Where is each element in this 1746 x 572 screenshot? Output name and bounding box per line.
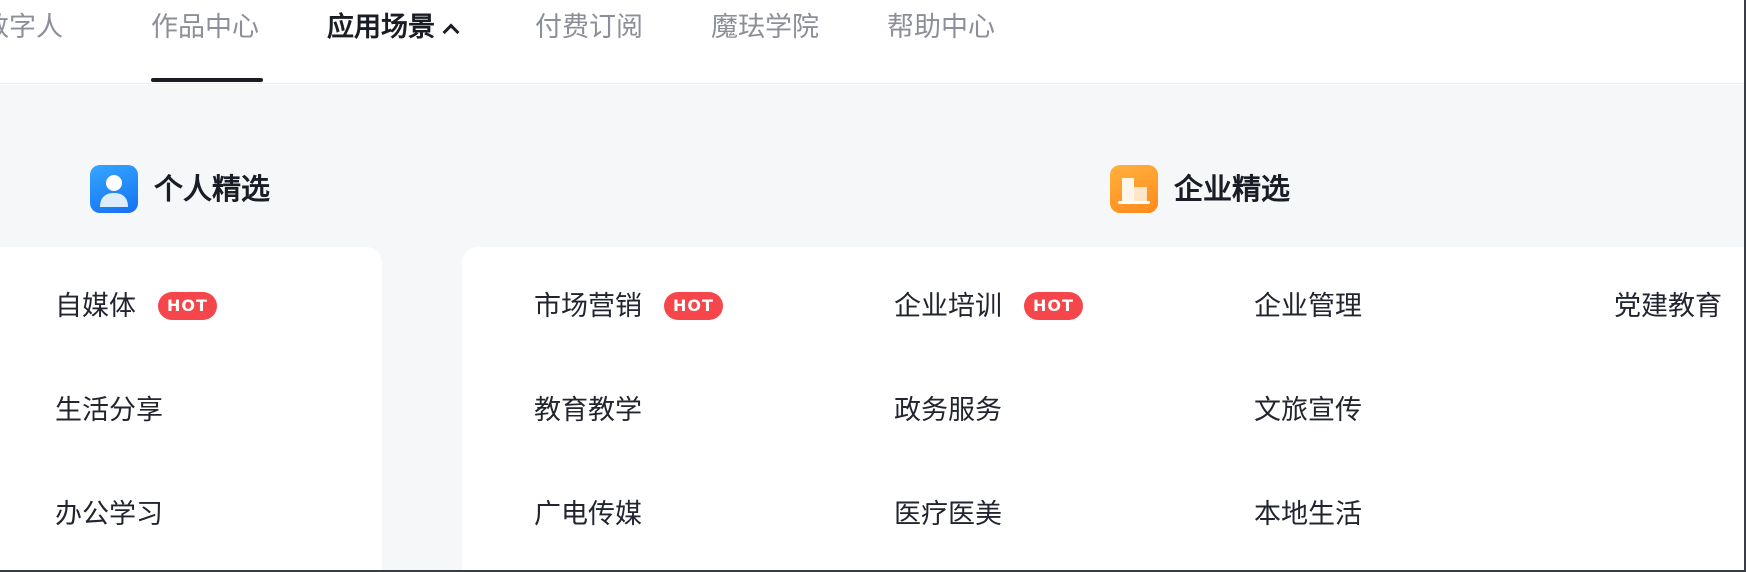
nav-label: 数字人 (0, 12, 63, 43)
building-icon (1110, 165, 1158, 213)
nav-academy[interactable]: 魔珐学院 (711, 10, 819, 46)
scene-label: 党建教育 (1614, 291, 1722, 322)
nav-label: 作品中心 (151, 12, 259, 43)
scene-life-sharing[interactable]: 生活分享 (55, 393, 163, 429)
scene-local-life[interactable]: 本地生活 (1254, 497, 1362, 533)
nav-subscription[interactable]: 付费订阅 (535, 10, 643, 46)
scene-label: 企业培训 (894, 291, 1002, 322)
scene-marketing[interactable]: 市场营销 HOT (534, 289, 723, 325)
scene-education-teaching[interactable]: 教育教学 (534, 393, 642, 429)
personal-card: 自媒体 HOT 生活分享 办公学习 (0, 247, 382, 572)
scene-self-media[interactable]: 自媒体 HOT (55, 289, 217, 325)
hot-badge: HOT (1024, 291, 1083, 320)
scene-label: 医疗医美 (894, 499, 1002, 530)
scene-party-education[interactable]: 党建教育 (1614, 289, 1722, 325)
nav-works-center[interactable]: 作品中心 (151, 10, 259, 46)
scene-label: 文旅宣传 (1254, 395, 1362, 426)
hot-badge: HOT (158, 291, 217, 320)
scene-enterprise-management[interactable]: 企业管理 (1254, 289, 1362, 325)
scene-label: 办公学习 (55, 499, 163, 530)
scene-label: 政务服务 (894, 395, 1002, 426)
nav-label: 魔珐学院 (711, 12, 819, 43)
scene-label: 生活分享 (55, 395, 163, 426)
person-icon (90, 165, 138, 213)
enterprise-section-title: 企业精选 (1174, 172, 1291, 206)
scene-label: 教育教学 (534, 395, 642, 426)
chevron-up-icon (442, 23, 460, 41)
enterprise-section-header: 企业精选 (1110, 165, 1370, 213)
scene-label: 企业管理 (1254, 291, 1362, 322)
scene-corporate-training[interactable]: 企业培训 HOT (894, 289, 1083, 325)
enterprise-card: 市场营销 HOT 企业培训 HOT 企业管理 党建教育 教育教学 政务服务 文旅宣传… (462, 247, 1746, 572)
scene-culture-tourism[interactable]: 文旅宣传 (1254, 393, 1362, 429)
scene-office-study[interactable]: 办公学习 (55, 497, 163, 533)
app-frame: 数字人 作品中心 应用场景 付费订阅 魔珐学院 帮助中心 (0, 0, 1746, 572)
scene-label: 自媒体 (55, 291, 136, 322)
scene-label: 市场营销 (534, 291, 642, 322)
nav-label: 付费订阅 (535, 12, 643, 43)
scene-broadcast-media[interactable]: 广电传媒 (534, 497, 642, 533)
scene-government-services[interactable]: 政务服务 (894, 393, 1002, 429)
nav-active-underline (151, 78, 263, 82)
nav-digital-human[interactable]: 数字人 (0, 10, 63, 46)
scenes-dropdown-panel: 个人精选 企业精选 自媒体 HOT 生活分享 办公学习 市场营销 HOT 企业培… (0, 85, 1746, 572)
personal-section-header: 个人精选 (90, 165, 350, 213)
hot-badge: HOT (664, 291, 723, 320)
scene-label: 广电传媒 (534, 499, 642, 530)
nav-label: 应用场景 (327, 12, 435, 43)
scene-medical-aesthetics[interactable]: 医疗医美 (894, 497, 1002, 533)
personal-section-title: 个人精选 (154, 172, 271, 206)
scene-label: 本地生活 (1254, 499, 1362, 530)
nav-label: 帮助中心 (887, 12, 995, 43)
nav-application-scenes[interactable]: 应用场景 (327, 10, 460, 46)
top-nav: 数字人 作品中心 应用场景 付费订阅 魔珐学院 帮助中心 (0, 0, 1746, 84)
nav-help-center[interactable]: 帮助中心 (887, 10, 995, 46)
